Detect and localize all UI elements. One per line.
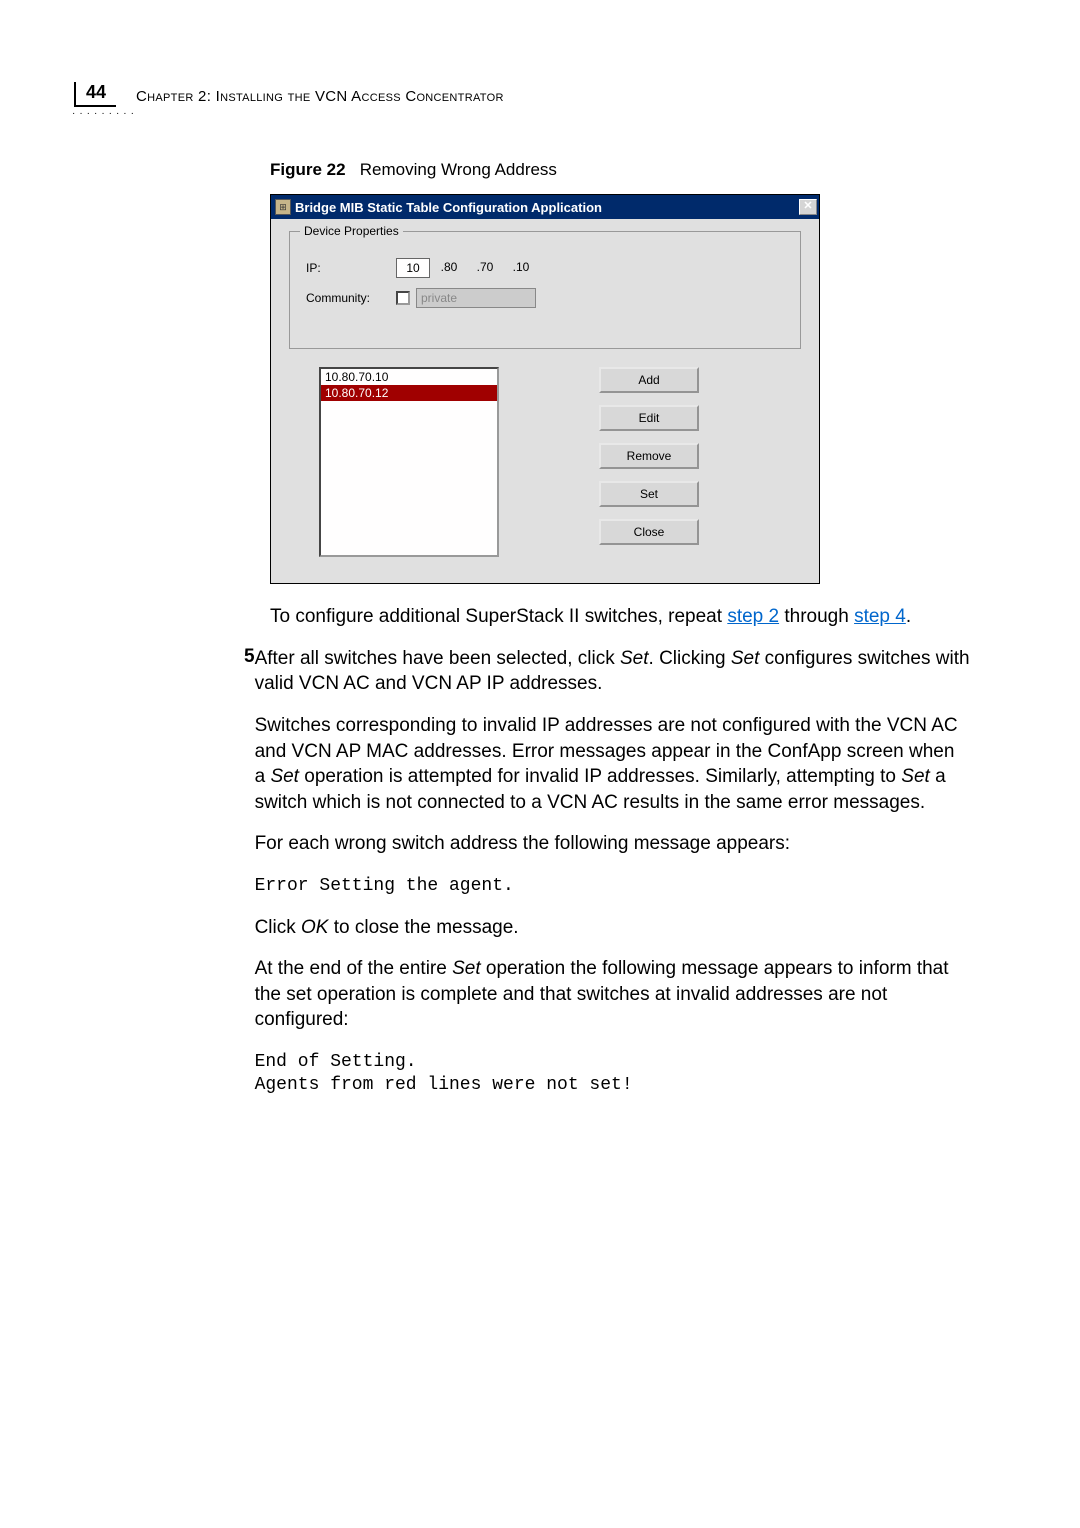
page-header: 44 Chapter 2: Installing the VCN Access … [74, 82, 1080, 107]
text: At the end of the entire [255, 958, 453, 979]
text: Click [255, 917, 301, 938]
text: through [779, 606, 854, 627]
paragraph: For each wrong switch address the follow… [255, 831, 970, 857]
close-icon[interactable]: ✕ [799, 199, 817, 215]
community-row: Community: private [306, 288, 784, 308]
figure-caption-text: Removing Wrong Address [360, 160, 557, 179]
paragraph: Switches corresponding to invalid IP add… [255, 713, 970, 816]
step-5: 5 After all switches have been selected,… [270, 646, 970, 1098]
paragraph: At the end of the entire Set operation t… [255, 956, 970, 1033]
paragraph: Click OK to close the message. [255, 915, 970, 941]
step-number: 5 [244, 646, 255, 1098]
ip-octet-2: .80 [432, 258, 466, 278]
device-properties-group: Device Properties IP: 10 .80 .70 .10 Com… [289, 231, 801, 349]
text: to close the message. [328, 917, 518, 938]
text: . Clicking [649, 648, 731, 669]
close-button[interactable]: Close [599, 519, 699, 545]
ip-octet-1[interactable]: 10 [396, 258, 430, 278]
text: To configure additional SuperStack II sw… [270, 606, 727, 627]
lower-area: 10.80.70.10 10.80.70.12 Add Edit Remove … [289, 367, 801, 557]
ip-row: IP: 10 .80 .70 .10 [306, 258, 784, 278]
step-body: After all switches have been selected, c… [255, 646, 970, 1098]
figure-caption: Figure 22 Removing Wrong Address [270, 160, 970, 180]
ip-octet-4: .10 [504, 258, 538, 278]
italic: Set [731, 648, 760, 669]
remove-button[interactable]: Remove [599, 443, 699, 469]
italic: Set [620, 648, 649, 669]
code-block: End of Setting. Agents from red lines we… [255, 1051, 970, 1098]
italic: Set [901, 766, 930, 787]
community-label: Community: [306, 291, 396, 305]
group-title: Device Properties [300, 224, 403, 238]
text: . [906, 606, 911, 627]
titlebar: ⊞ Bridge MIB Static Table Configuration … [271, 195, 819, 219]
text: After all switches have been selected, c… [255, 648, 620, 669]
italic: Set [452, 958, 481, 979]
dialog-body: Device Properties IP: 10 .80 .70 .10 Com… [271, 219, 819, 583]
community-input[interactable]: private [416, 288, 536, 308]
text: operation is attempted for invalid IP ad… [299, 766, 901, 787]
dialog-window: ⊞ Bridge MIB Static Table Configuration … [270, 194, 820, 584]
list-item[interactable]: 10.80.70.10 [321, 369, 497, 385]
community-checkbox[interactable] [396, 291, 410, 305]
italic: Set [270, 766, 299, 787]
address-listbox[interactable]: 10.80.70.10 10.80.70.12 [319, 367, 499, 557]
titlebar-text: Bridge MIB Static Table Configuration Ap… [295, 200, 799, 215]
ip-label: IP: [306, 261, 396, 275]
italic: OK [301, 917, 328, 938]
step2-link[interactable]: step 2 [727, 606, 779, 627]
list-item-selected[interactable]: 10.80.70.12 [321, 385, 497, 401]
edit-button[interactable]: Edit [599, 405, 699, 431]
chapter-title: Chapter 2: Installing the VCN Access Con… [136, 88, 504, 107]
add-button[interactable]: Add [599, 367, 699, 393]
code-block: Error Setting the agent. [255, 875, 970, 898]
page-number: 44 [74, 82, 116, 107]
ip-octet-3: .70 [468, 258, 502, 278]
button-column: Add Edit Remove Set Close [599, 367, 699, 557]
decorative-dots: ········· [72, 108, 138, 119]
set-button[interactable]: Set [599, 481, 699, 507]
step4-link[interactable]: step 4 [854, 606, 906, 627]
figure-label: Figure 22 [270, 160, 346, 179]
app-icon: ⊞ [275, 199, 291, 215]
paragraph: To configure additional SuperStack II sw… [270, 604, 970, 630]
